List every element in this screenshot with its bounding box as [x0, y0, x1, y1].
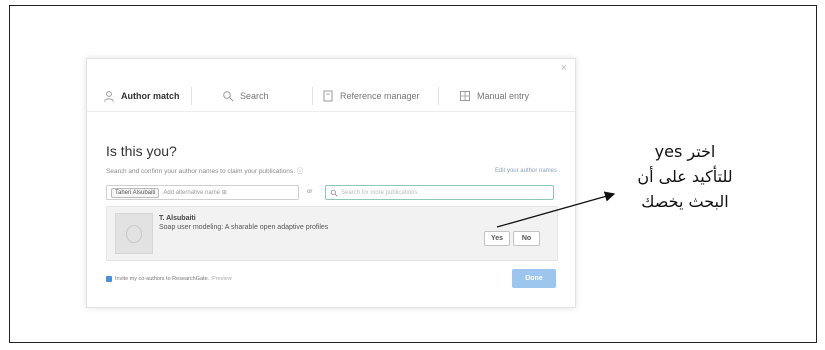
annotation-line: اختر yes: [654, 142, 716, 161]
arabic-annotation: اختر yes للتأكيد على أن البحث يخصك: [620, 139, 750, 214]
annotation-line: البحث يخصك: [641, 192, 729, 211]
annotation-line: للتأكيد على أن: [637, 167, 733, 186]
